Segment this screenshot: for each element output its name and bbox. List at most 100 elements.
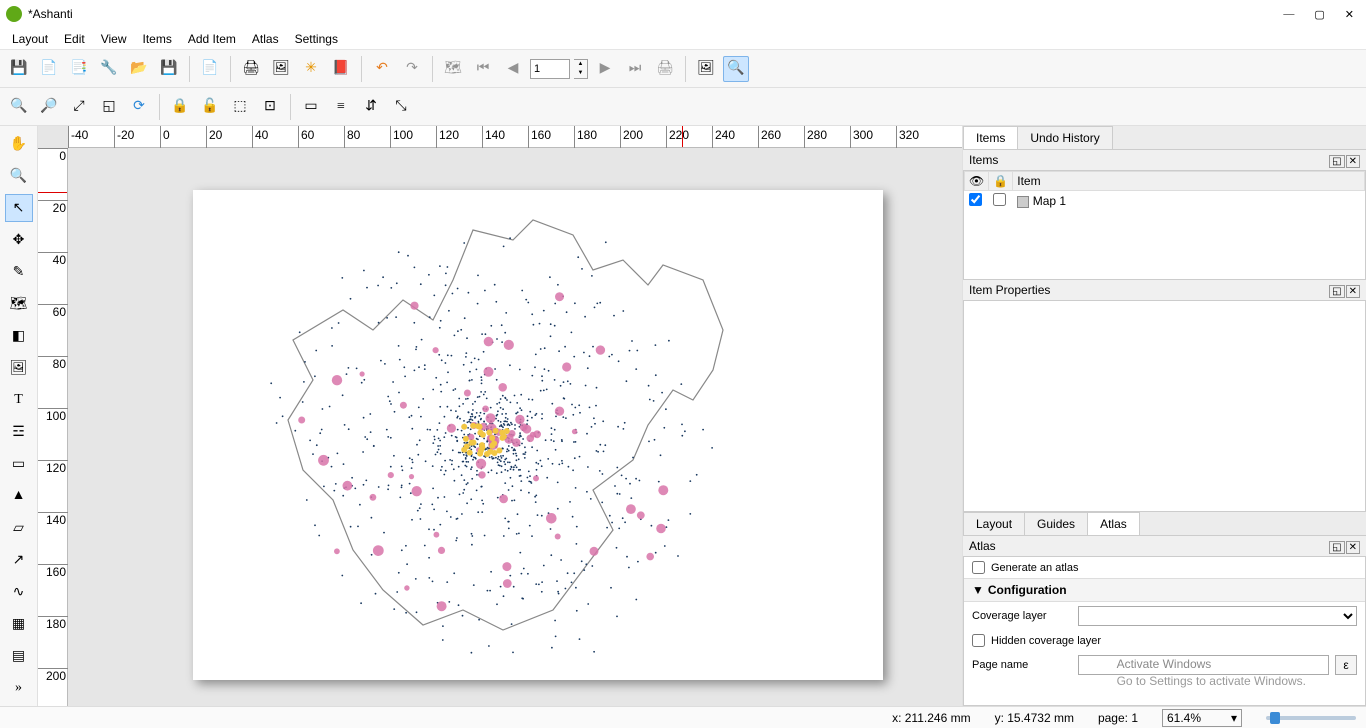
- page-name-expression-button[interactable]: ε: [1335, 655, 1357, 675]
- zoom-in-button[interactable]: 🔍: [6, 94, 32, 120]
- distribute-button[interactable]: ⇵: [358, 94, 384, 120]
- redo-button[interactable]: ↷: [399, 56, 425, 82]
- item-properties-panel[interactable]: [963, 300, 1366, 512]
- move-item-content-tool[interactable]: ✥: [5, 226, 33, 254]
- add-table-button[interactable]: ▤: [5, 642, 33, 670]
- panel-dock-icon[interactable]: ◱: [1329, 155, 1344, 168]
- zoom-full-button[interactable]: ⤢: [66, 94, 92, 120]
- add-picture-button[interactable]: 🖼: [5, 354, 33, 382]
- print-button[interactable]: 🖨: [238, 56, 264, 82]
- unlock-button[interactable]: 🔓: [197, 94, 223, 120]
- refresh-button[interactable]: ⟳: [126, 94, 152, 120]
- status-x: x: 211.246 mm: [892, 711, 970, 725]
- save-button[interactable]: 💾: [6, 56, 32, 82]
- zoom-actual-button[interactable]: ◱: [96, 94, 122, 120]
- atlas-print-button[interactable]: 🖨: [652, 56, 678, 82]
- window-title: *Ashanti: [28, 7, 1283, 21]
- panel-dock-icon[interactable]: ◱: [1329, 285, 1344, 298]
- menu-items[interactable]: Items: [137, 30, 178, 48]
- item-lock-checkbox[interactable]: [993, 193, 1006, 206]
- group-button[interactable]: ⬚: [227, 94, 253, 120]
- menu-edit[interactable]: Edit: [58, 30, 91, 48]
- align-button[interactable]: ≡: [328, 94, 354, 120]
- menu-layout[interactable]: Layout: [6, 30, 54, 48]
- page-name-input[interactable]: [1078, 655, 1329, 675]
- atlas-preview-button[interactable]: 🗺: [440, 56, 466, 82]
- svg-icon: ✳: [305, 60, 317, 77]
- menu-settings[interactable]: Settings: [289, 30, 344, 48]
- save-template-button[interactable]: 💾: [156, 56, 182, 82]
- zoom-level-input[interactable]: 61.4% ▾: [1162, 709, 1242, 727]
- atlas-next-button[interactable]: ▶: [592, 56, 618, 82]
- panel-dock-icon[interactable]: ◱: [1329, 541, 1344, 554]
- add-map-button[interactable]: 🗺: [5, 290, 33, 318]
- menu-view[interactable]: View: [95, 30, 133, 48]
- atlas-prev-button[interactable]: ◀: [500, 56, 526, 82]
- add-northarrow-button[interactable]: ▲: [5, 482, 33, 510]
- table-row[interactable]: Map 1: [965, 191, 1365, 212]
- zoom-tool[interactable]: 🔍: [5, 162, 33, 190]
- zoom-slider[interactable]: [1266, 716, 1356, 720]
- raise-button[interactable]: ▭: [298, 94, 324, 120]
- generate-atlas-checkbox[interactable]: [972, 561, 985, 574]
- map-item[interactable]: [193, 190, 883, 680]
- pan-tool[interactable]: ✋: [5, 130, 33, 158]
- atlas-last-button[interactable]: ⏭: [622, 56, 648, 82]
- select-tool[interactable]: ↖: [5, 194, 33, 222]
- canvas-viewport[interactable]: [68, 148, 962, 706]
- atlas-panel[interactable]: Generate an atlas ▼ Configuration Covera…: [963, 556, 1366, 706]
- tab-atlas[interactable]: Atlas: [1087, 512, 1140, 535]
- atlas-page-input[interactable]: [530, 59, 570, 79]
- atlas-settings-button[interactable]: 🔍: [723, 56, 749, 82]
- tab-items[interactable]: Items: [963, 126, 1018, 149]
- add-3dmap-button[interactable]: ◧: [5, 322, 33, 350]
- item-visible-checkbox[interactable]: [969, 193, 982, 206]
- hidden-coverage-checkbox[interactable]: [972, 634, 985, 647]
- atlas-first-button[interactable]: ⏮: [470, 56, 496, 82]
- canvas-area[interactable]: -40-200204060801001201401601802002202402…: [38, 126, 962, 706]
- menu-add-item[interactable]: Add Item: [182, 30, 242, 48]
- zoom-out-button[interactable]: 🔎: [36, 94, 62, 120]
- tab-undo-history[interactable]: Undo History: [1017, 126, 1112, 149]
- add-legend-button[interactable]: ☲: [5, 418, 33, 446]
- more-tools[interactable]: »: [5, 674, 33, 702]
- panel-close-icon[interactable]: ✕: [1346, 155, 1360, 168]
- layout-page[interactable]: [193, 190, 883, 680]
- atlas-export-image-button[interactable]: 🖼: [693, 56, 719, 82]
- add-label-button[interactable]: T: [5, 386, 33, 414]
- layout-manager-button[interactable]: 🔧: [96, 56, 122, 82]
- add-arrow-button[interactable]: ↗: [5, 546, 33, 574]
- tab-layout[interactable]: Layout: [963, 512, 1025, 535]
- close-button[interactable]: ✕: [1345, 8, 1354, 21]
- add-html-button[interactable]: ▦: [5, 610, 33, 638]
- ungroup-button[interactable]: ⊡: [257, 94, 283, 120]
- items-list[interactable]: 👁 🔒 Item Map 1: [963, 170, 1366, 280]
- export-pdf-button[interactable]: 📕: [328, 56, 354, 82]
- undo-button[interactable]: ↶: [369, 56, 395, 82]
- atlas-page-spinner[interactable]: ▲▼: [574, 59, 588, 79]
- maximize-button[interactable]: ▢: [1314, 8, 1324, 21]
- coverage-layer-select[interactable]: [1078, 606, 1357, 626]
- wrench-icon: 🔧: [100, 60, 117, 77]
- menu-atlas[interactable]: Atlas: [246, 30, 285, 48]
- resize-icon: ⤡: [395, 99, 406, 115]
- export-image-button[interactable]: 🖼: [268, 56, 294, 82]
- atlas-title-bar: Atlas ◱✕: [963, 536, 1366, 556]
- duplicate-layout-button[interactable]: 📑: [66, 56, 92, 82]
- add-shape-button[interactable]: ▱: [5, 514, 33, 542]
- add-items-from-template-button[interactable]: 📄: [197, 56, 223, 82]
- coverage-layer-label: Coverage layer: [972, 610, 1072, 622]
- resize-button[interactable]: ⤡: [388, 94, 414, 120]
- tab-guides[interactable]: Guides: [1024, 512, 1088, 535]
- lock-button[interactable]: 🔒: [167, 94, 193, 120]
- export-svg-button[interactable]: ✳: [298, 56, 324, 82]
- open-template-button[interactable]: 📂: [126, 56, 152, 82]
- add-node-item-button[interactable]: ∿: [5, 578, 33, 606]
- panel-close-icon[interactable]: ✕: [1346, 541, 1360, 554]
- new-layout-button[interactable]: 📄: [36, 56, 62, 82]
- panel-close-icon[interactable]: ✕: [1346, 285, 1360, 298]
- add-scalebar-button[interactable]: ▭: [5, 450, 33, 478]
- atlas-configuration-header[interactable]: ▼ Configuration: [964, 578, 1365, 602]
- edit-nodes-tool[interactable]: ✎: [5, 258, 33, 286]
- minimize-button[interactable]: —: [1283, 8, 1294, 21]
